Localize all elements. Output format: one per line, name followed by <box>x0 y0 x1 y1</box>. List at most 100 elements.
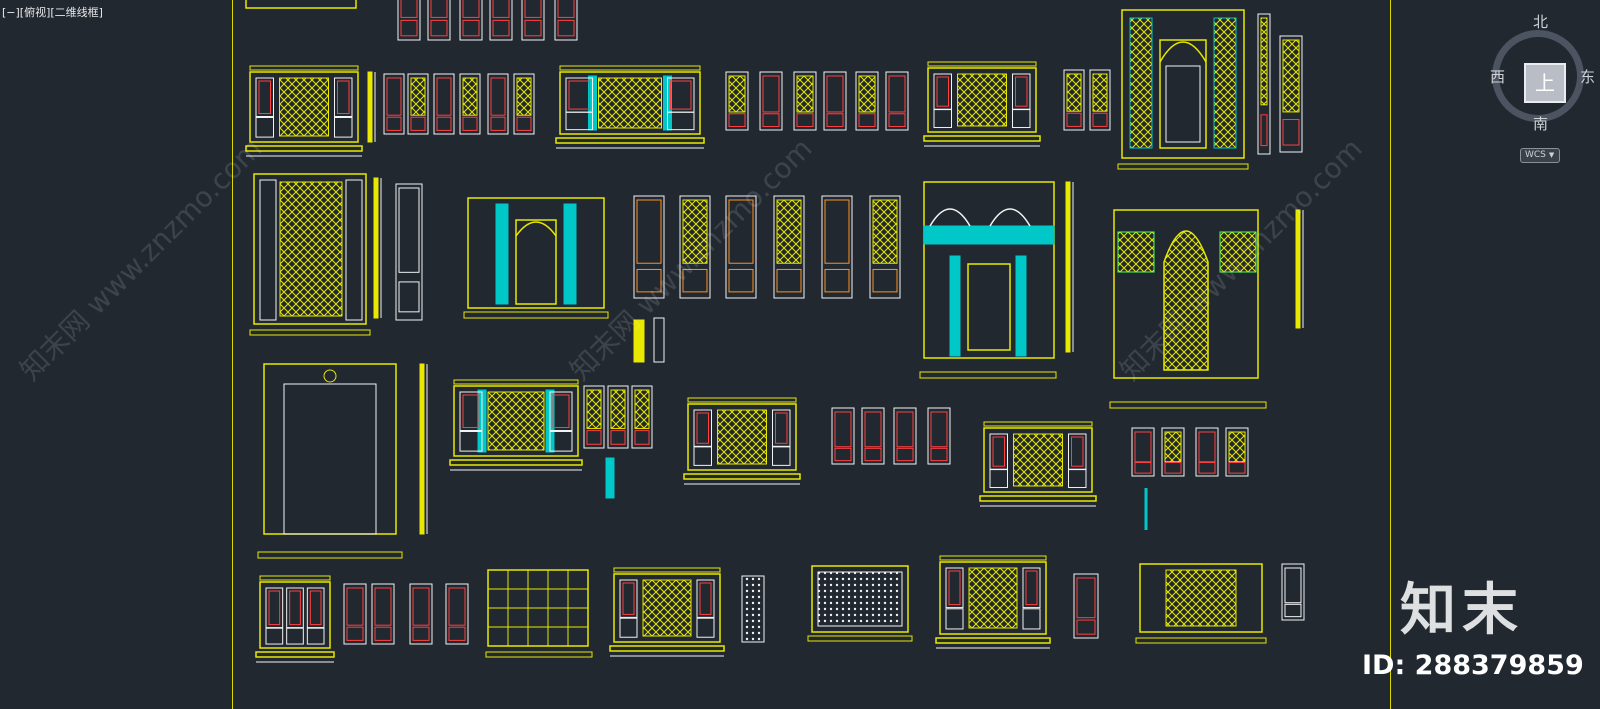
lower-panel <box>933 109 952 129</box>
drawing-viewport[interactable]: 知末网 www.znzmo.com 知末网 www.znzmo.com 知末网 … <box>0 0 1600 709</box>
panel-inset <box>1015 76 1028 107</box>
leaf-lower <box>728 268 754 293</box>
leaf-panel <box>462 77 478 116</box>
leaf-lower <box>682 268 708 293</box>
cad-drawing-canvas[interactable] <box>0 0 1600 709</box>
leaf-lower <box>374 626 392 641</box>
fireplace <box>967 263 1011 351</box>
leaf-panel <box>492 0 510 18</box>
leaf-lower <box>1164 462 1182 474</box>
lower-panel <box>945 608 964 630</box>
base-line <box>1135 637 1267 644</box>
leaf-panel <box>412 587 430 626</box>
window-grille <box>1117 231 1155 273</box>
molding-profile <box>367 71 373 143</box>
compass-west[interactable]: 西 <box>1490 66 1505 87</box>
panel-inset <box>289 590 301 626</box>
leaf-panel <box>524 0 542 18</box>
leaf-lower <box>386 116 402 131</box>
leaf-lower <box>524 19 542 37</box>
leaf-panel <box>824 199 850 264</box>
panel-inset <box>699 582 712 615</box>
leaf-panel <box>776 199 802 264</box>
leaf-lower <box>1134 462 1152 474</box>
leaf-panel <box>436 77 452 116</box>
pilaster <box>949 255 961 357</box>
leaf-panel <box>858 75 876 113</box>
lattice-panel <box>957 73 1007 127</box>
leaf-panel <box>430 0 448 18</box>
door-leaf <box>1073 573 1099 639</box>
leaf-panel <box>346 587 364 626</box>
compass-east[interactable]: 东 <box>1580 66 1595 87</box>
leaf-panel <box>762 75 780 113</box>
watermark-logo: 知末 <box>1400 578 1524 643</box>
cornice-line <box>259 575 331 581</box>
base-line <box>555 137 705 144</box>
wcs-label: WCS <box>1525 150 1546 160</box>
leaf-panel <box>796 75 814 113</box>
arched-opening <box>1163 230 1209 371</box>
wall-frame <box>467 197 605 309</box>
base-line <box>449 459 583 466</box>
lower-panel <box>286 627 304 645</box>
leaf-panel <box>400 0 418 18</box>
viewcube[interactable]: 北 南 西 东 上 WCS ▼ <box>1480 10 1600 170</box>
leaf-lower <box>762 113 780 128</box>
door-leaf <box>395 183 423 321</box>
compass-south[interactable]: 南 <box>1533 113 1548 134</box>
panel-inset <box>309 590 322 626</box>
leaf-lower <box>634 430 650 445</box>
base-line <box>923 135 1041 142</box>
lattice-panel <box>642 579 692 637</box>
leaf-panel <box>557 0 575 18</box>
leaf-panel <box>896 411 914 448</box>
panel-inset <box>948 570 961 606</box>
viewcube-top-face[interactable]: 上 <box>1524 63 1566 103</box>
leaf-lower <box>826 113 844 128</box>
panel-inset <box>992 436 1005 467</box>
leaf-panel <box>410 77 426 116</box>
leaf-lower <box>1198 462 1216 474</box>
door-leaf <box>821 195 853 299</box>
leaf-lower <box>728 113 746 128</box>
panel-inset <box>258 80 271 114</box>
leaf-lower <box>586 430 602 445</box>
leaf-panel <box>1134 431 1152 463</box>
leaf-lower <box>516 116 532 131</box>
panel-inset <box>568 80 590 110</box>
leaf-lower <box>824 268 850 293</box>
leaf-lower <box>462 116 478 131</box>
leaf-lower <box>896 447 914 462</box>
lattice-panel <box>279 181 343 317</box>
base-line <box>919 371 1057 379</box>
lattice-panel <box>487 391 545 451</box>
wall-frame <box>923 181 1055 359</box>
leaf-lower <box>776 268 802 293</box>
lower-panel <box>1012 109 1031 129</box>
leaf-lower <box>1228 462 1246 474</box>
leaf-lower <box>557 19 575 37</box>
base-line <box>255 651 335 658</box>
panel-inset <box>622 582 635 615</box>
viewport-label[interactable]: [−][俯视][二维线框] <box>2 4 103 20</box>
wcs-menu-button[interactable]: WCS ▼ <box>1520 148 1561 163</box>
leaf-lower <box>1284 603 1302 618</box>
leaf-lower <box>888 113 906 128</box>
door-arch <box>1159 41 1207 63</box>
leaf-lower <box>1066 112 1082 127</box>
molding-profile <box>419 363 425 535</box>
leaf-panel <box>448 587 466 626</box>
lattice-panel <box>968 567 1018 629</box>
leaf-panel <box>586 389 602 429</box>
lower-panel <box>334 117 353 138</box>
leaf-lower <box>448 626 466 641</box>
leaf-lower <box>1076 619 1096 635</box>
leaf-panel <box>682 199 708 264</box>
leaf-panel <box>634 389 650 429</box>
leaf-panel <box>872 199 898 264</box>
wall-frame <box>259 581 331 649</box>
compass-north[interactable]: 北 <box>1533 11 1548 32</box>
base-line <box>249 329 371 336</box>
lower-panel <box>306 627 325 645</box>
